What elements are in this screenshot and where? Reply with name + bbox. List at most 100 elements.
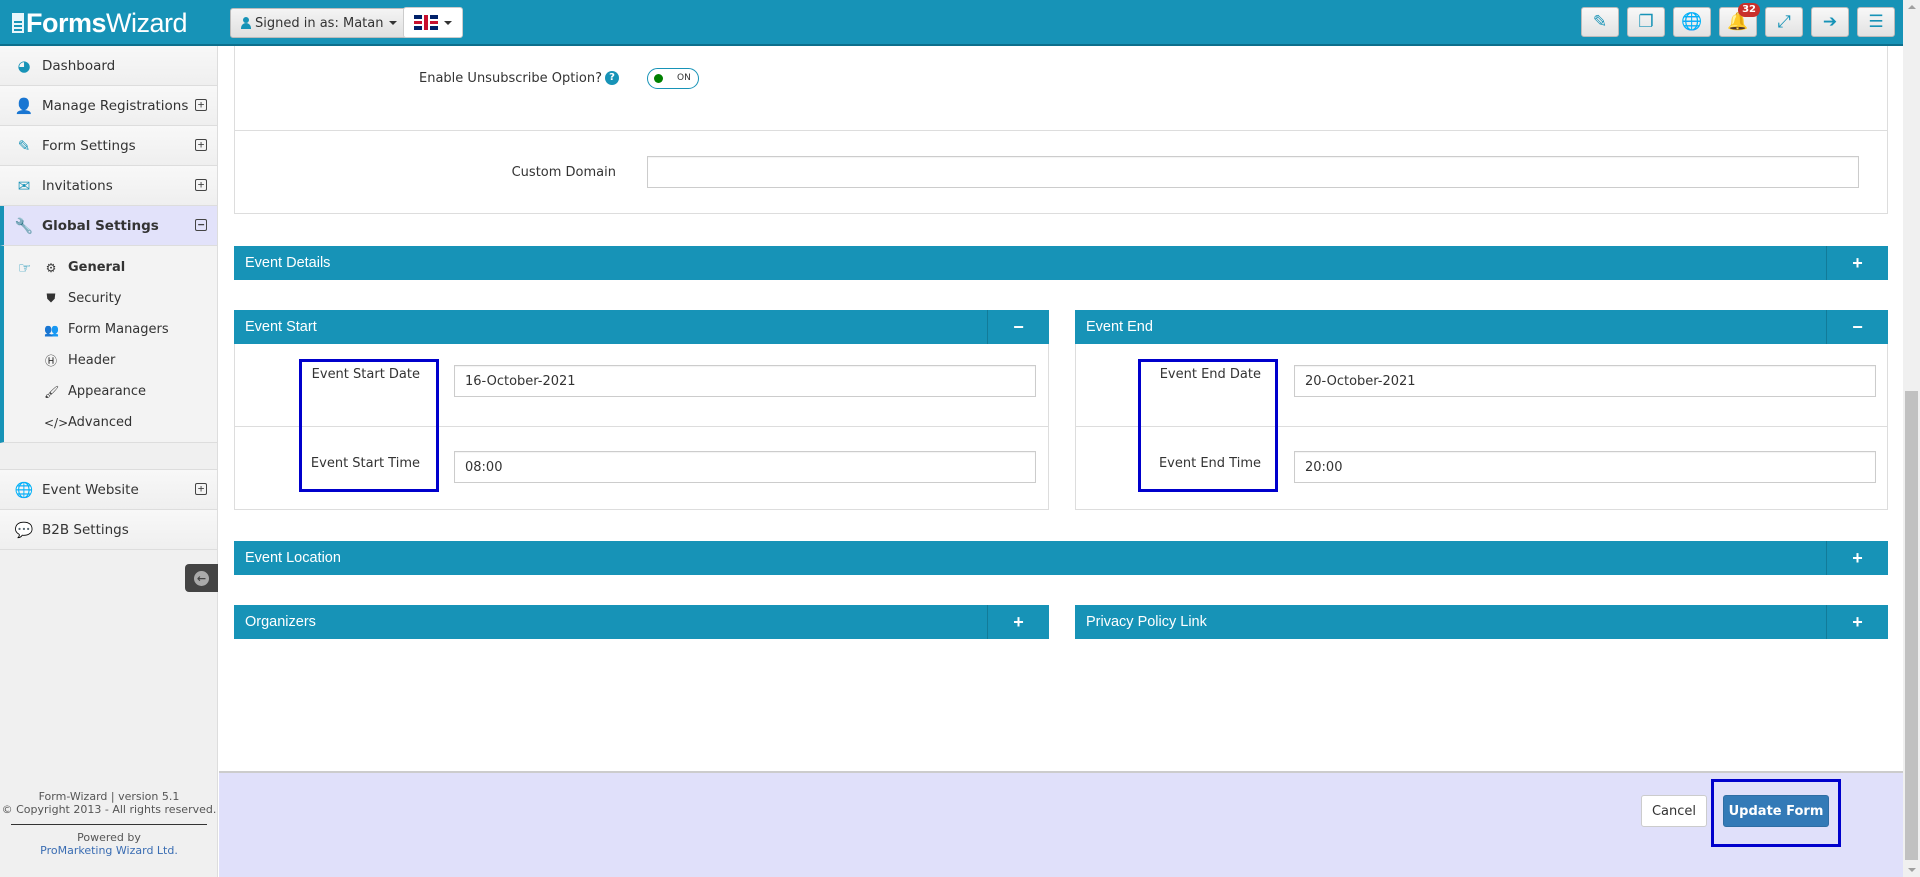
submenu-item-appearance[interactable]: 🖌 Appearance [4, 376, 217, 407]
collapse-sidebar-button[interactable]: ← [185, 564, 218, 592]
expand-icon[interactable]: + [195, 179, 207, 191]
logout-button[interactable]: ➔ [1811, 7, 1849, 37]
edit-icon: ✎ [1592, 12, 1608, 32]
event-end-time-input[interactable]: 20:00 [1294, 451, 1876, 483]
submenu-item-label: Advanced [68, 415, 133, 430]
event-details-header[interactable]: Event Details + [234, 246, 1888, 280]
form-actions-bar: Cancel Update Form [219, 771, 1903, 877]
edit-icon: ✎ [17, 136, 31, 155]
event-start-title: Event Start [245, 319, 317, 335]
code-icon: </> [44, 415, 69, 430]
expand-icon[interactable]: + [195, 139, 207, 151]
globe-icon: 🌐 [1681, 12, 1703, 32]
envelope-icon: ✉ [17, 176, 31, 195]
event-start-time-input[interactable]: 08:00 [454, 451, 1036, 483]
expand-icon[interactable]: + [195, 483, 207, 495]
top-bar: Forms Wizard Signed in as: Matan ✎ ❐ 🌐 🔔 32 ⤢ ➔… [0, 0, 1903, 46]
divider [11, 824, 207, 825]
submenu-item-security[interactable]: ⛊ Security [4, 283, 217, 314]
event-start-header[interactable]: Event Start − [234, 310, 1049, 344]
edit-multiple-button[interactable]: ❐ [1627, 7, 1665, 37]
caret-down-icon [444, 20, 452, 25]
submenu-item-label: Header [68, 353, 116, 368]
caret-down-icon [389, 21, 398, 25]
wrench-icon: 🔧 [14, 216, 34, 235]
sidebar-item-invitations[interactable]: ✉ Invitations + [0, 166, 217, 206]
expand-organizers-button[interactable]: + [987, 605, 1049, 639]
event-end-header[interactable]: Event End − [1075, 310, 1888, 344]
highlight-box [1138, 359, 1278, 492]
submenu-item-general[interactable]: ☞ ⚙ General [4, 252, 217, 283]
menu-button[interactable]: ☰ [1857, 7, 1895, 37]
submenu-item-label: General [68, 260, 126, 275]
sidebar-footer: Form-Wizard | version 5.1 © Copyright 20… [0, 790, 218, 877]
event-start-date-input[interactable]: 16-October-2021 [454, 365, 1036, 397]
fullscreen-button[interactable]: ⤢ [1765, 7, 1803, 37]
language-dropdown[interactable] [403, 7, 463, 38]
signed-in-dropdown[interactable]: Signed in as: Matan [230, 8, 409, 38]
sidebar-item-global-settings[interactable]: 🔧 Global Settings − [0, 206, 217, 246]
submenu-item-label: Form Managers [68, 322, 169, 337]
globe-icon: 🌐 [14, 480, 34, 499]
collapse-event-start-button[interactable]: − [987, 310, 1049, 344]
organizers-title: Organizers [245, 614, 316, 630]
event-location-header[interactable]: Event Location + [234, 541, 1888, 575]
organizers-header[interactable]: Organizers + [234, 605, 1049, 639]
uk-flag-icon [414, 15, 438, 30]
event-end-date-input[interactable]: 20-October-2021 [1294, 365, 1876, 397]
sidebar: ◕ Dashboard 👤 Manage Registrations + ✎ Form Se… [0, 46, 218, 877]
sidebar-item-form-settings[interactable]: ✎ Form Settings + [0, 126, 217, 166]
privacy-policy-title: Privacy Policy Link [1086, 614, 1207, 630]
sidebar-item-label: Invitations [42, 177, 113, 194]
event-location-title: Event Location [245, 550, 341, 566]
expand-event-details-button[interactable]: + [1826, 246, 1888, 280]
scroll-up-icon[interactable] [1908, 5, 1916, 9]
fullscreen-icon: ⤢ [1777, 12, 1791, 32]
company-link[interactable]: ProMarketing Wizard Ltd. [0, 844, 218, 857]
sidebar-item-manage-registrations[interactable]: 👤 Manage Registrations + [0, 86, 217, 126]
toggle-on-indicator [654, 73, 663, 83]
submenu-item-form-managers[interactable]: 👥 Form Managers [4, 314, 217, 345]
submenu-item-header[interactable]: Ⓗ Header [4, 345, 217, 376]
submenu-item-advanced[interactable]: </> Advanced [4, 407, 217, 438]
logo[interactable]: Forms Wizard [12, 7, 188, 39]
highlight-box [299, 359, 439, 492]
shield-icon: ⛊ [46, 291, 56, 305]
edit-multiple-icon: ❐ [1638, 12, 1654, 32]
copyright-text: © Copyright 2013 - All rights reserved. [1, 803, 217, 816]
version-text: Form-Wizard | version 5.1 [38, 790, 180, 803]
toolbar: ✎ ❐ 🌐 🔔 32 ⤢ ➔ ☰ [1581, 3, 1895, 37]
menu-icon: ☰ [1868, 12, 1884, 32]
collapse-event-end-button[interactable]: − [1826, 310, 1888, 344]
sidebar-item-b2b-settings[interactable]: 💬 B2B Settings [0, 510, 217, 550]
bell-button[interactable]: 🔔 32 [1719, 3, 1760, 37]
unsubscribe-label: Enable Unsubscribe Option? [419, 70, 602, 86]
users-icon: 👥 [44, 322, 59, 337]
submenu-item-label: Security [68, 291, 122, 306]
sidebar-item-event-website[interactable]: 🌐 Event Website + [0, 470, 217, 510]
collapse-icon[interactable]: − [195, 219, 207, 231]
edit-button[interactable]: ✎ [1581, 7, 1619, 37]
globe-button[interactable]: 🌐 [1673, 7, 1711, 37]
help-icon[interactable]: ? [605, 71, 619, 85]
sidebar-item-label: Dashboard [42, 57, 116, 74]
settings-panel: Enable Unsubscribe Option?? ON Custom Do… [234, 46, 1888, 214]
expand-event-location-button[interactable]: + [1826, 541, 1888, 575]
page-scrollbar[interactable] [1903, 0, 1920, 877]
cancel-button[interactable]: Cancel [1641, 795, 1707, 827]
custom-domain-input[interactable] [647, 156, 1859, 188]
scroll-down-icon[interactable] [1908, 868, 1916, 872]
unsubscribe-toggle[interactable]: ON [647, 67, 699, 89]
expand-icon[interactable]: + [195, 99, 207, 111]
submenu-item-label: Appearance [68, 384, 147, 399]
header-icon: Ⓗ [44, 354, 57, 368]
scrollbar-thumb[interactable] [1905, 391, 1918, 860]
sidebar-item-dashboard[interactable]: ◕ Dashboard [0, 46, 217, 86]
notification-count-badge: 32 [1738, 3, 1760, 17]
privacy-policy-header[interactable]: Privacy Policy Link + [1075, 605, 1888, 639]
expand-privacy-policy-button[interactable]: + [1826, 605, 1888, 639]
logo-text-bold: Forms [26, 7, 107, 38]
custom-domain-label: Custom Domain [511, 164, 616, 180]
event-end-title: Event End [1086, 319, 1153, 335]
global-settings-submenu: ☞ ⚙ General ⛊ Security 👥 Form Managers Ⓗ Header 🖌… [0, 246, 217, 443]
